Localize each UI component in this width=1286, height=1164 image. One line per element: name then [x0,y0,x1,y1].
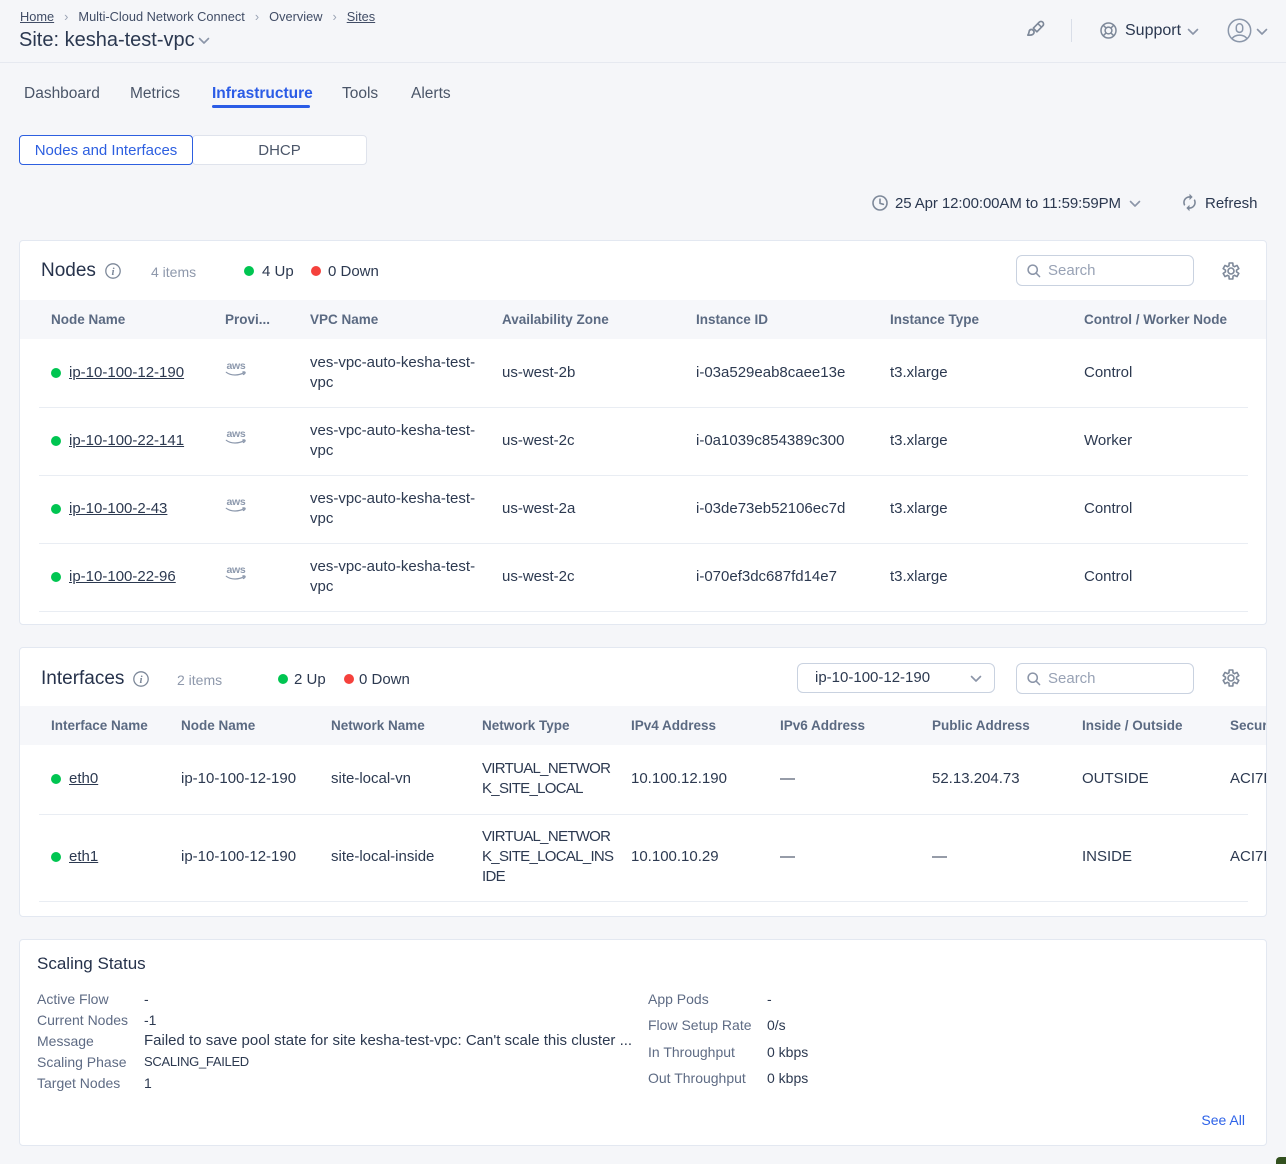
svg-text:i: i [111,266,115,278]
svg-text:i: i [139,674,143,686]
